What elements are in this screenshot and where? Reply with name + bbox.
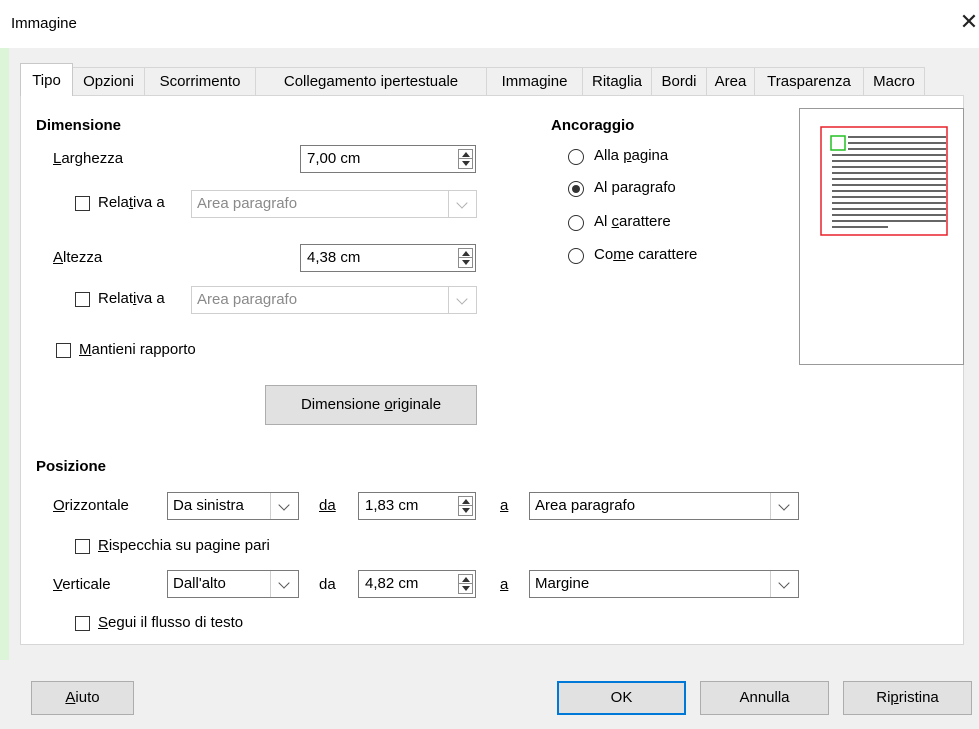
anchor-heading: Ancoraggio (551, 117, 635, 134)
window-title: Immagine (11, 15, 77, 32)
tab-collegamento[interactable]: Collegamento ipertestuale (255, 67, 487, 95)
vertical-label: Verticale (53, 576, 111, 593)
vertical-da-label: da (319, 576, 336, 593)
vertical-offset-spinbox[interactable]: 4,82 cm (358, 570, 476, 598)
spin-buttons-icon[interactable] (458, 574, 473, 594)
horizontal-label: Orizzontale (53, 497, 129, 514)
keep-ratio-label: Mantieni rapporto (79, 341, 196, 358)
page-preview (799, 108, 964, 365)
horizontal-to-value: Area paragrafo (535, 497, 636, 514)
tab-ritaglia[interactable]: Ritaglia (582, 67, 652, 95)
chevron-down-icon (448, 287, 476, 313)
follow-flow-checkbox[interactable] (75, 616, 90, 631)
tab-tipo[interactable]: Tipo (20, 63, 73, 96)
size-heading: Dimensione (36, 117, 122, 134)
height-spinbox[interactable]: 4,38 cm (300, 244, 476, 272)
help-button[interactable]: Aiuto (31, 681, 134, 715)
position-heading: Posizione (36, 458, 107, 475)
vertical-value: Dall'alto (173, 575, 226, 592)
tab-trasparenza[interactable]: Trasparenza (754, 67, 864, 95)
mirror-label: Rispecchia su pagine pari (98, 537, 270, 554)
chevron-down-icon (270, 571, 298, 597)
horizontal-select[interactable]: Da sinistra (167, 492, 299, 520)
width-label: Larghezza (53, 150, 124, 167)
spin-buttons-icon[interactable] (458, 149, 473, 169)
vertical-to-select[interactable]: Margine (529, 570, 799, 598)
spin-buttons-icon[interactable] (458, 496, 473, 516)
tab-opzioni[interactable]: Opzioni (72, 67, 145, 95)
close-icon[interactable]: ✕ (958, 9, 979, 35)
tab-macro[interactable]: Macro (863, 67, 925, 95)
height-relative-value: Area paragrafo (197, 291, 298, 308)
width-relative-select[interactable]: Area paragrafo (191, 190, 477, 218)
height-value: 4,38 cm (307, 249, 361, 266)
height-label: Altezza (53, 249, 103, 266)
vertical-to-value: Margine (535, 575, 590, 592)
reset-button[interactable]: Ripristina (843, 681, 972, 715)
vertical-select[interactable]: Dall'alto (167, 570, 299, 598)
mirror-checkbox[interactable] (75, 539, 90, 554)
width-relative-label: Relativa a (98, 194, 165, 211)
horizontal-da-label: da (319, 497, 336, 514)
anchor-character-label: Al carattere (594, 213, 671, 230)
keep-ratio-checkbox[interactable] (56, 343, 71, 358)
height-relative-checkbox[interactable] (75, 292, 90, 307)
tab-immagine[interactable]: Immagine (486, 67, 583, 95)
background-strip (0, 0, 9, 660)
chevron-down-icon (770, 571, 798, 597)
height-relative-label: Relativa a (98, 290, 165, 307)
anchor-character-radio[interactable] (568, 215, 584, 231)
horizontal-offset-value: 1,83 cm (365, 497, 419, 514)
anchor-as-character-radio[interactable] (568, 248, 584, 264)
anchor-page-radio[interactable] (568, 149, 584, 165)
vertical-offset-value: 4,82 cm (365, 575, 419, 592)
anchor-paragraph-label: Al paragrafo (594, 179, 676, 196)
height-relative-select[interactable]: Area paragrafo (191, 286, 477, 314)
preview-drawing (820, 126, 948, 236)
chevron-down-icon (770, 493, 798, 519)
anchor-page-label: Alla pagina (594, 147, 669, 164)
ok-button[interactable]: OK (557, 681, 686, 715)
horizontal-a-label: a (500, 497, 509, 514)
tab-scorrimento[interactable]: Scorrimento (144, 67, 256, 95)
spin-buttons-icon[interactable] (458, 248, 473, 268)
width-value: 7,00 cm (307, 150, 361, 167)
width-relative-checkbox[interactable] (75, 196, 90, 211)
horizontal-value: Da sinistra (173, 497, 244, 514)
width-spinbox[interactable]: 7,00 cm (300, 145, 476, 173)
anchor-as-character-label: Come carattere (594, 246, 698, 263)
horizontal-to-select[interactable]: Area paragrafo (529, 492, 799, 520)
title-bar: Immagine ✕ (0, 0, 979, 48)
follow-flow-label: Segui il flusso di testo (98, 614, 244, 631)
tab-bordi[interactable]: Bordi (651, 67, 707, 95)
chevron-down-icon (448, 191, 476, 217)
vertical-a-label: a (500, 576, 509, 593)
width-relative-value: Area paragrafo (197, 195, 298, 212)
chevron-down-icon (270, 493, 298, 519)
original-size-button[interactable]: Dimensione originale (265, 385, 477, 425)
anchor-paragraph-radio[interactable] (568, 181, 584, 197)
cancel-button[interactable]: Annulla (700, 681, 829, 715)
tab-area[interactable]: Area (706, 67, 755, 95)
horizontal-offset-spinbox[interactable]: 1,83 cm (358, 492, 476, 520)
